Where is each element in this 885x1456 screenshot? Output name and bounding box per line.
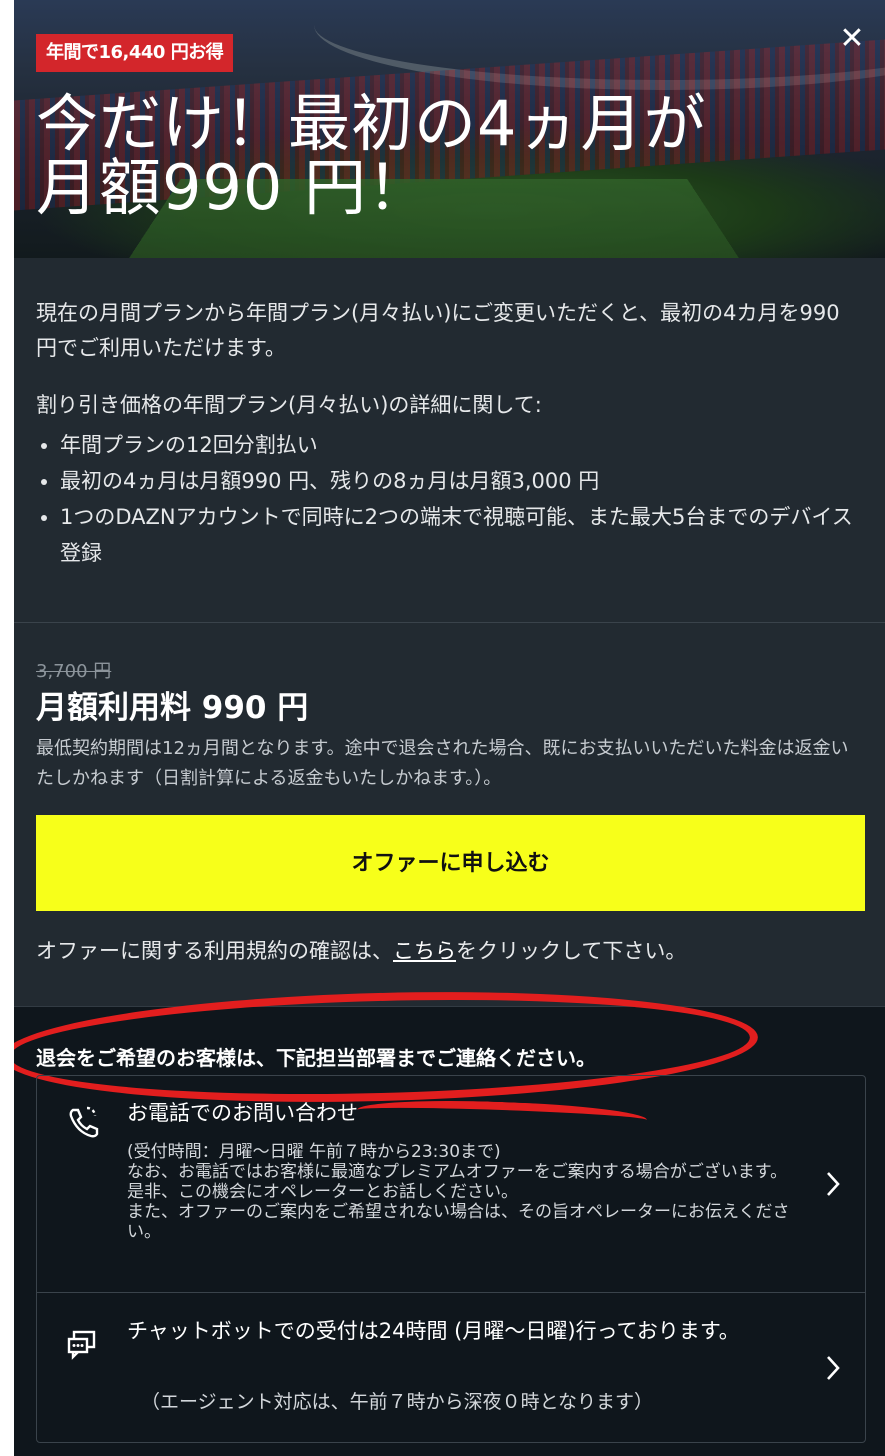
- description-paragraph: 現在の月間プランから年間プラン(月々払い)にご変更いただくと、最初の4カ月を99…: [36, 301, 840, 360]
- savings-badge: 年間で16,440 円お得: [36, 34, 234, 72]
- contact-heading: 退会をご希望のお客様は、下記担当部署までご連絡ください。: [36, 1046, 596, 1070]
- apply-offer-button[interactable]: オファーに申し込む: [36, 815, 865, 911]
- hero-title: 今だけ！最初の4ヵ月が 月額990 円！: [36, 92, 836, 220]
- phone-description: なお、お電話ではお客様に最適なプレミアムオファーをご案内する場合がございます。 …: [127, 1162, 790, 1242]
- offer-description: 現在の月間プランから年間プラン(月々払い)にご変更いただくと、最初の4カ月を99…: [14, 258, 885, 571]
- hero-title-line1: 今だけ！最初の4ヵ月が: [36, 87, 707, 160]
- cancellation-contact-section: 退会をご希望のお客様は、下記担当部署までご連絡ください。 お電話でのお問い合わせ…: [14, 983, 885, 1456]
- details-heading: 割り引き価格の年間プラン(月々払い)の詳細に関して:: [36, 393, 542, 417]
- terms-link[interactable]: こちら: [393, 939, 456, 963]
- chevron-right-icon: [823, 1169, 843, 1199]
- phone-contact-item[interactable]: お電話でのお問い合わせ (受付時間：月曜～日曜 午前７時から23:30まで) な…: [37, 1076, 865, 1293]
- chat-description: （エージェント対応は、午前７時から深夜０時となります）: [141, 1391, 654, 1413]
- pricing-section: 3,700 円 月額利用料 990 円 最低契約期間は12ヵ月間となります。途中…: [36, 660, 866, 794]
- terms-suffix: をクリックして下さい。: [456, 939, 687, 963]
- details-list: 年間プランの12回分割払い 最初の4ヵ月は月額990 円、残りの8ヵ月は月額3,…: [36, 427, 863, 571]
- original-price: 3,700 円: [36, 661, 112, 682]
- chat-icon: [65, 1327, 99, 1361]
- hero-title-line2: 月額990 円！: [36, 151, 431, 224]
- close-icon[interactable]: ✕: [835, 22, 869, 56]
- offer-price: 月額利用料 990 円: [36, 690, 309, 726]
- contact-options: お電話でのお問い合わせ (受付時間：月曜～日曜 午前７時から23:30まで) な…: [36, 1075, 866, 1443]
- offer-modal: 年間で16,440 円お得 ✕ 今だけ！最初の4ヵ月が 月額990 円！ 現在の…: [14, 0, 885, 1456]
- hero-banner: 年間で16,440 円お得 ✕ 今だけ！最初の4ヵ月が 月額990 円！: [14, 0, 885, 258]
- section-divider: [14, 622, 885, 623]
- chevron-right-icon: [823, 1353, 843, 1383]
- terms-text: オファーに関する利用規約の確認は、こちらをクリックして下さい。: [36, 932, 686, 970]
- chat-contact-item[interactable]: チャットボットでの受付は24時間 (月曜～日曜)行っております。 （エージェント…: [37, 1293, 865, 1442]
- phone-hours: (受付時間：月曜～日曜 午前７時から23:30まで): [127, 1142, 501, 1162]
- phone-icon: [65, 1104, 99, 1138]
- chat-contact-title: チャットボットでの受付は24時間 (月曜～日曜)行っております。: [127, 1319, 740, 1343]
- list-item: 最初の4ヵ月は月額990 円、残りの8ヵ月は月額3,000 円: [60, 463, 863, 499]
- terms-prefix: オファーに関する利用規約の確認は、: [36, 939, 393, 963]
- contract-note: 最低契約期間は12ヵ月間となります。途中で退会された場合、既にお支払いいただいた…: [36, 738, 849, 789]
- phone-contact-title: お電話でのお問い合わせ: [127, 1101, 358, 1125]
- list-item: 1つのDAZNアカウントで同時に2つの端末で視聴可能、また最大5台までのデバイス…: [60, 499, 863, 571]
- red-annotation-scribble: [356, 1096, 648, 1134]
- list-item: 年間プランの12回分割払い: [60, 427, 863, 463]
